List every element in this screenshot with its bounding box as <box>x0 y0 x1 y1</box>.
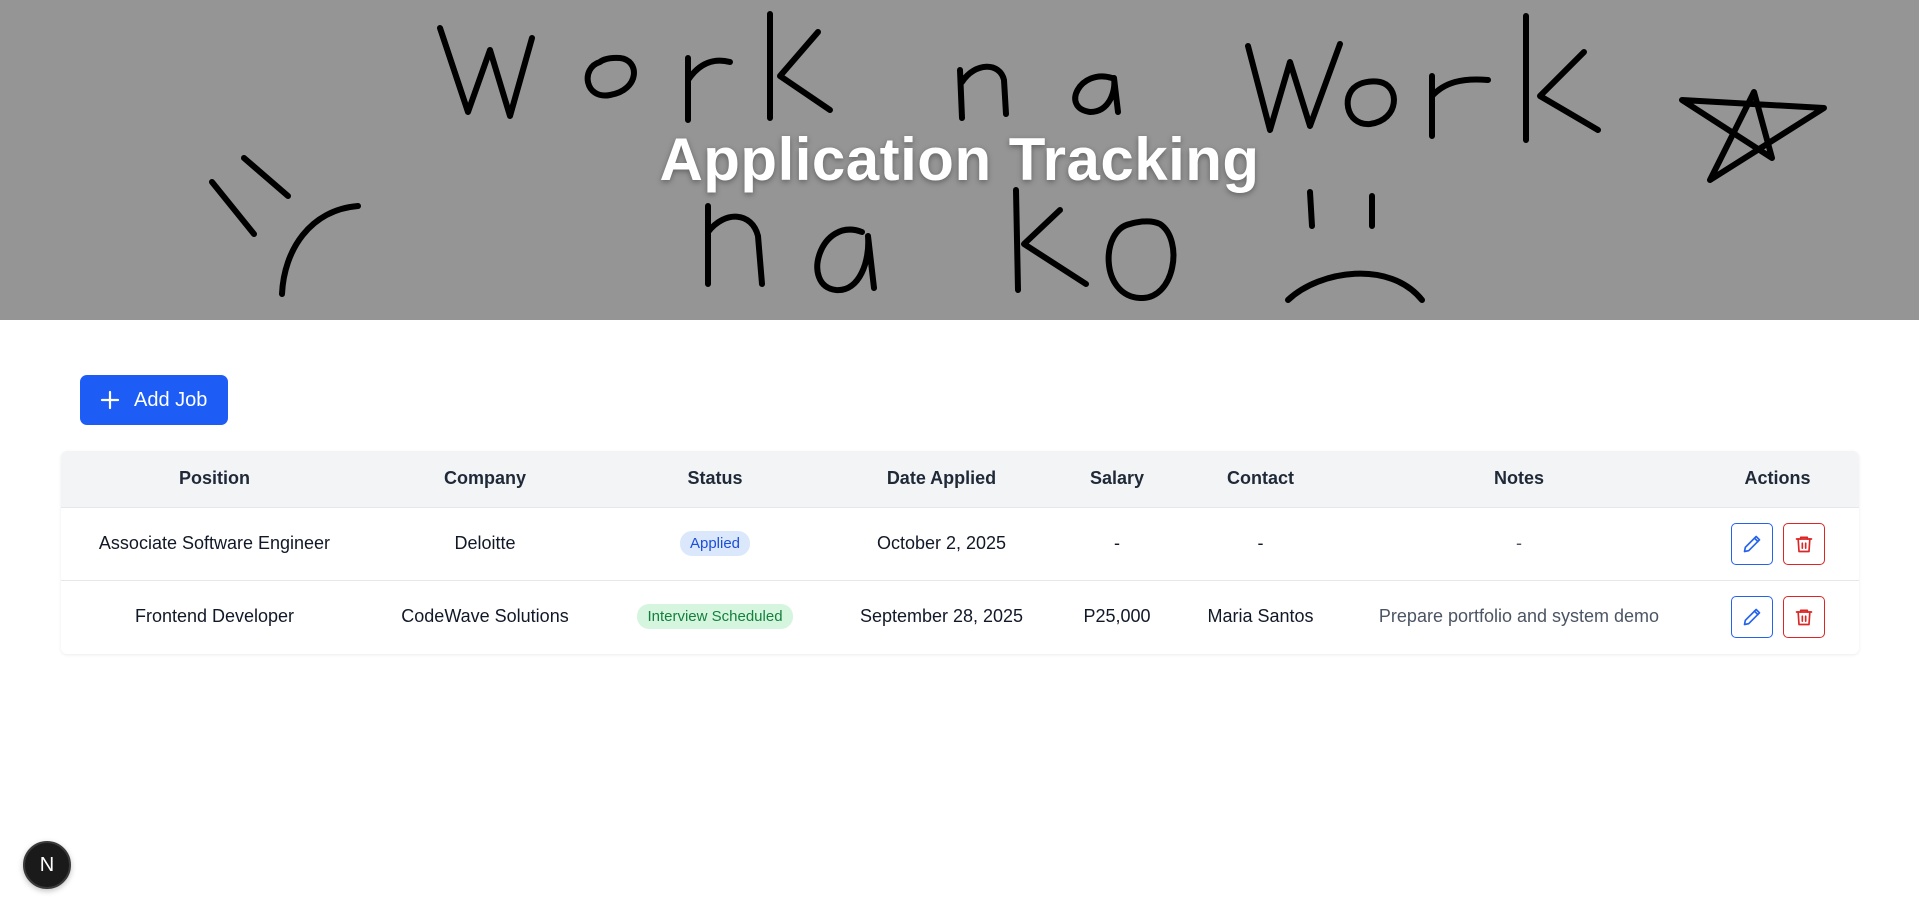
nextjs-dev-badge[interactable]: N <box>23 841 71 889</box>
column-header-salary[interactable]: Salary <box>1055 451 1179 507</box>
notes-cell: Prepare portfolio and system demo <box>1378 606 1660 627</box>
status-cell: Applied <box>602 507 828 580</box>
company-cell: Deloitte <box>454 533 516 553</box>
column-header-contact[interactable]: Contact <box>1179 451 1342 507</box>
edit-button[interactable] <box>1730 522 1773 565</box>
table-row: Frontend Developer CodeWave Solutions In… <box>61 580 1859 653</box>
edit-button[interactable] <box>1730 595 1773 638</box>
delete-button[interactable] <box>1782 522 1825 565</box>
trash-icon <box>1795 609 1812 626</box>
add-job-button[interactable]: Add Job <box>80 375 228 425</box>
delete-button[interactable] <box>1782 595 1825 638</box>
column-header-date-applied[interactable]: Date Applied <box>828 451 1055 507</box>
position-cell: Frontend Developer <box>134 606 295 627</box>
pencil-icon <box>1743 608 1760 626</box>
trash-icon <box>1795 536 1812 552</box>
date-applied-cell: October 2, 2025 <box>876 533 1007 553</box>
notes-cell: - <box>1516 533 1522 553</box>
nextjs-logo-icon: N <box>39 853 55 876</box>
plus-icon <box>100 390 120 410</box>
column-header-company[interactable]: Company <box>368 451 602 507</box>
pencil-icon <box>1743 535 1760 552</box>
contact-cell: - <box>1257 533 1264 553</box>
company-cell: CodeWave Solutions <box>401 606 569 627</box>
jobs-table: Position Company Status Date Applied Sal… <box>61 451 1859 654</box>
actions-cell <box>1696 580 1859 653</box>
add-job-label: Add Job <box>134 388 208 411</box>
actions-cell <box>1696 507 1859 580</box>
status-badge: Applied <box>679 531 751 556</box>
position-cell: Associate Software Engineer <box>98 533 331 553</box>
table-row: Associate Software Engineer Deloitte App… <box>61 507 1859 580</box>
column-header-notes[interactable]: Notes <box>1342 451 1696 507</box>
salary-cell: P25,000 <box>1083 606 1151 627</box>
salary-cell: - <box>1114 533 1120 553</box>
page-title: Application Tracking <box>659 126 1260 193</box>
column-header-position[interactable]: Position <box>61 451 368 507</box>
status-badge: Interview Scheduled <box>637 604 793 630</box>
table-header-row: Position Company Status Date Applied Sal… <box>61 451 1859 507</box>
contact-cell: Maria Santos <box>1207 606 1314 627</box>
status-cell: Interview Scheduled <box>602 580 828 653</box>
date-applied-cell: September 28, 2025 <box>859 606 1024 627</box>
header-banner: Application Tracking <box>0 0 1919 320</box>
column-header-status[interactable]: Status <box>602 451 828 507</box>
column-header-actions: Actions <box>1744 468 1811 489</box>
